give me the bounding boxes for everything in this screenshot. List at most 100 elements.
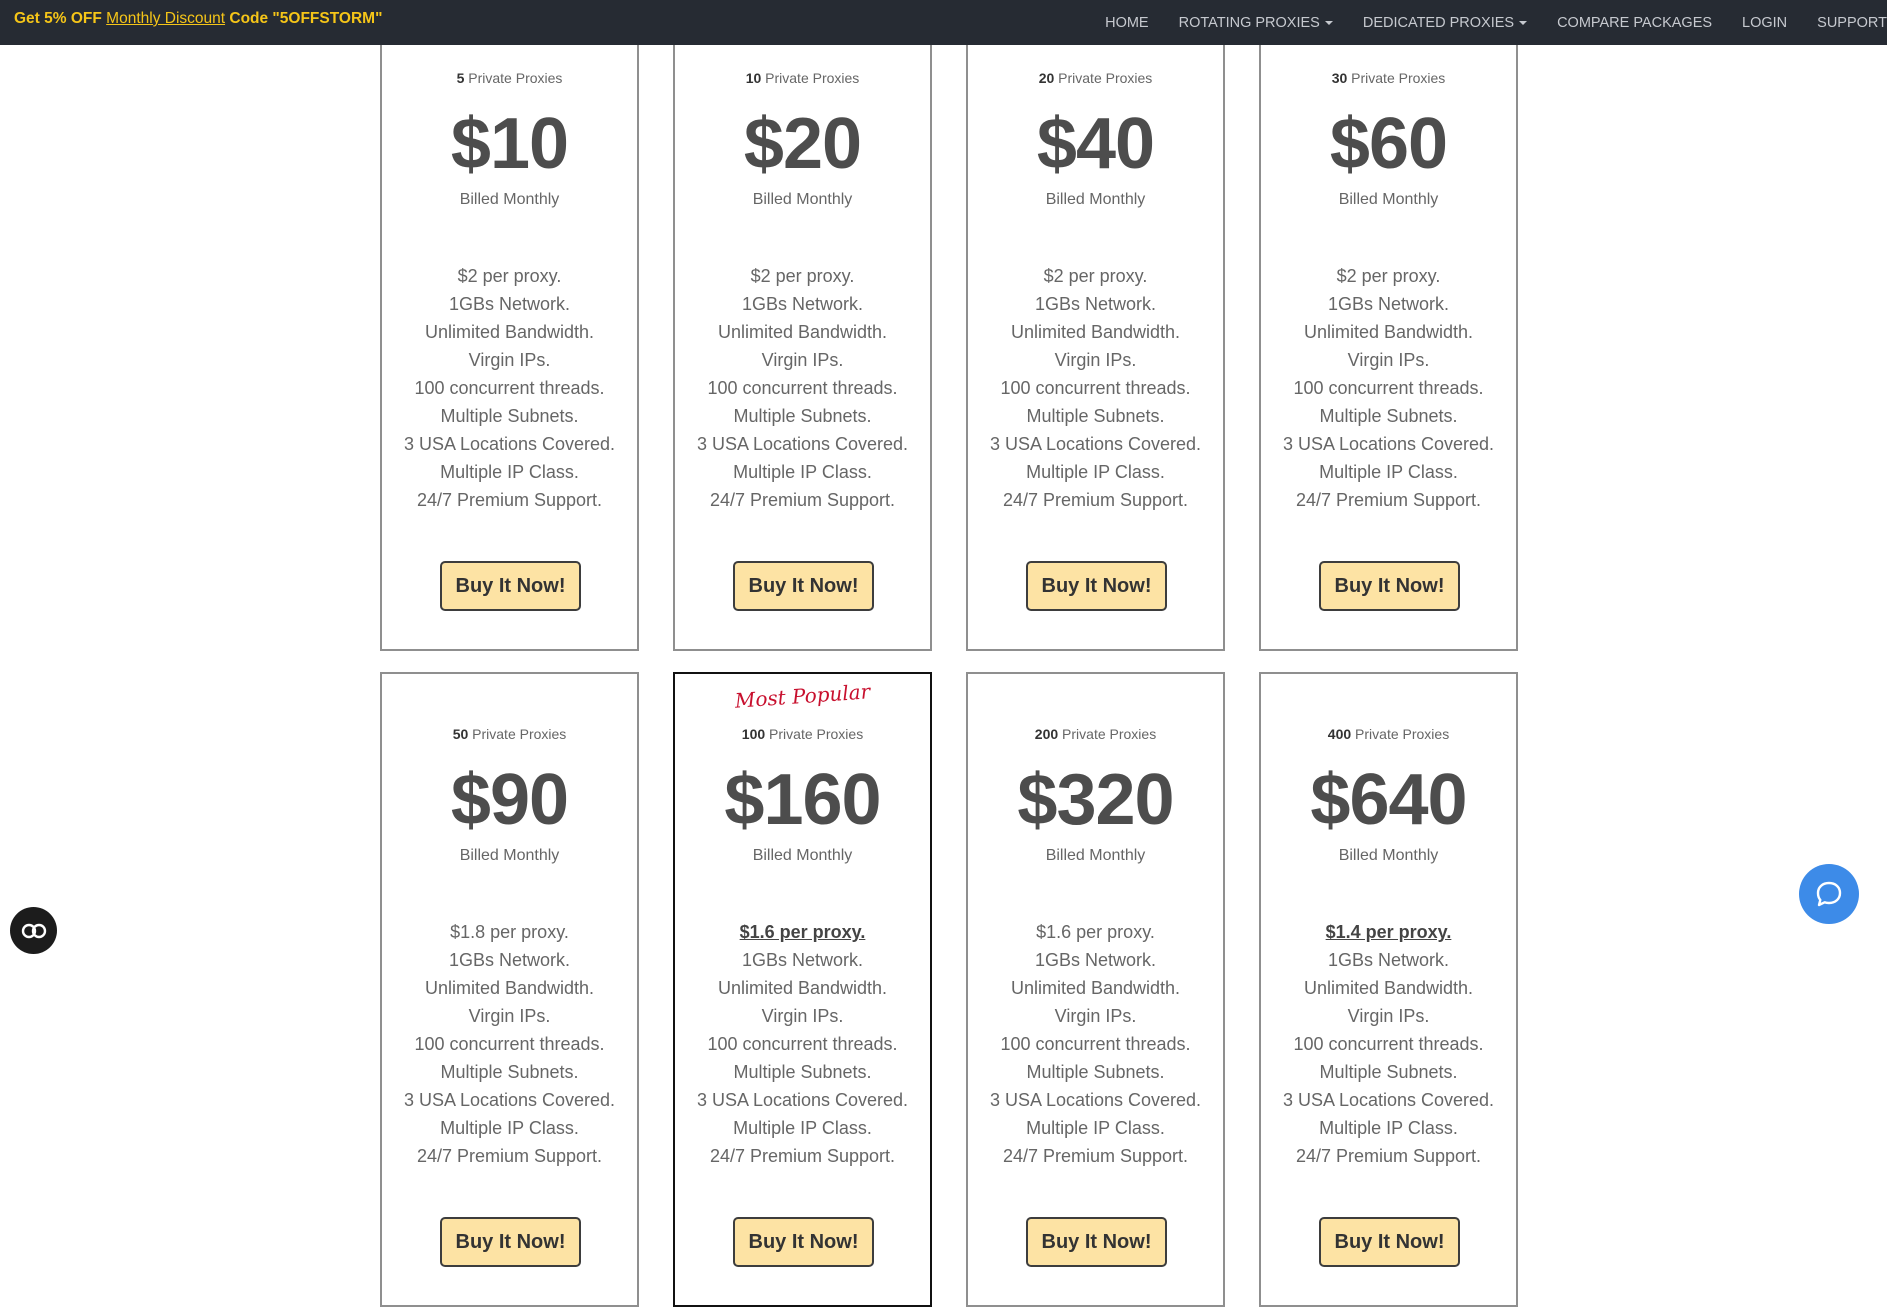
proxy-count: 10 Private Proxies xyxy=(675,70,930,86)
proxy-count-unit: Private Proxies xyxy=(765,70,860,86)
top-navbar: Get 5% OFF Monthly Discount Code "5OFFST… xyxy=(0,0,1887,45)
buy-now-button[interactable]: Buy It Now! xyxy=(1319,561,1460,611)
pricing-card-400: 400 Private Proxies $640 Billed Monthly … xyxy=(1259,672,1518,1307)
chat-bubble-icon xyxy=(1816,881,1842,907)
proxy-count: 30 Private Proxies xyxy=(1261,70,1516,86)
nav-support[interactable]: SUPPORT xyxy=(1817,15,1887,31)
billing-period: Billed Monthly xyxy=(752,847,853,864)
feature-item: 100 concurrent threads. xyxy=(1000,378,1191,398)
feature-item: 3 USA Locations Covered. xyxy=(403,1090,616,1110)
feature-list: $1.6 per proxy. 1GBs Network. Unlimited Ba… xyxy=(968,918,1223,1170)
feature-item: 3 USA Locations Covered. xyxy=(696,1090,909,1110)
nav-dedicated-label: DEDICATED PROXIES xyxy=(1362,14,1515,31)
feature-item: 100 concurrent threads. xyxy=(707,1034,898,1054)
main-nav: HOME ROTATING PROXIES DEDICATED PROXIES … xyxy=(1075,0,1887,45)
feature-item: 1GBs Network. xyxy=(1327,294,1450,314)
proxy-count: 20 Private Proxies xyxy=(968,70,1223,86)
pricing-card-200: 200 Private Proxies $320 Billed Monthly … xyxy=(966,672,1225,1307)
feature-item: Multiple Subnets. xyxy=(440,1062,579,1082)
caret-down-icon xyxy=(1324,20,1333,25)
cookie-settings-button[interactable] xyxy=(10,907,57,954)
proxy-count: 5 Private Proxies xyxy=(382,70,637,86)
chat-widget-button[interactable] xyxy=(1799,864,1859,924)
feature-list: $1.6 per proxy. 1GBs Network. Unlimited Ba… xyxy=(675,918,930,1170)
feature-item: Unlimited Bandwidth. xyxy=(1303,322,1474,342)
proxy-count: 50 Private Proxies xyxy=(382,726,637,742)
feature-item: Unlimited Bandwidth. xyxy=(717,322,888,342)
feature-item: Virgin IPs. xyxy=(761,350,844,370)
proxy-count-number: 200 xyxy=(1034,726,1059,742)
feature-item: 24/7 Premium Support. xyxy=(416,490,603,510)
feature-item: 1GBs Network. xyxy=(1327,950,1450,970)
feature-item: 3 USA Locations Covered. xyxy=(696,434,909,454)
buy-now-button[interactable]: Buy It Now! xyxy=(1026,1217,1167,1267)
feature-per-proxy: $2 per proxy. xyxy=(750,266,855,286)
cookie-settings-icon xyxy=(21,923,46,938)
nav-home[interactable]: HOME xyxy=(1105,15,1149,31)
feature-item: Unlimited Bandwidth. xyxy=(424,322,595,342)
feature-item: Virgin IPs. xyxy=(468,350,551,370)
buy-now-button[interactable]: Buy It Now! xyxy=(1319,1217,1460,1267)
feature-item: Virgin IPs. xyxy=(761,1006,844,1026)
feature-item: 24/7 Premium Support. xyxy=(1002,1146,1189,1166)
feature-item: 100 concurrent threads. xyxy=(707,378,898,398)
nav-rotating-proxies[interactable]: ROTATING PROXIES xyxy=(1179,15,1333,31)
feature-item: 100 concurrent threads. xyxy=(1293,378,1484,398)
promo-prefix: Get 5% OFF xyxy=(14,10,102,27)
billing-period: Billed Monthly xyxy=(1045,847,1146,864)
feature-item: Virgin IPs. xyxy=(1347,350,1430,370)
monthly-discount-link[interactable]: Monthly Discount xyxy=(106,10,225,27)
feature-item: Virgin IPs. xyxy=(1347,1006,1430,1026)
feature-item: Multiple IP Class. xyxy=(733,462,872,482)
feature-item: 100 concurrent threads. xyxy=(1000,1034,1191,1054)
buy-now-button[interactable]: Buy It Now! xyxy=(440,561,581,611)
plan-price: $10 xyxy=(450,104,569,184)
pricing-card-50: 50 Private Proxies $90 Billed Monthly $1… xyxy=(380,672,639,1307)
pricing-card-5: 5 Private Proxies $10 Billed Monthly $2 … xyxy=(380,16,639,651)
plan-price: $40 xyxy=(1036,104,1155,184)
feature-list: $2 per proxy. 1GBs Network. Unlimited Band… xyxy=(968,262,1223,514)
feature-list: $1.8 per proxy. 1GBs Network. Unlimited Ba… xyxy=(382,918,637,1170)
pricing-card-100: 100 Private Proxies $160 Billed Monthly … xyxy=(673,672,932,1307)
plan-price: $320 xyxy=(1017,760,1174,840)
plan-price: $640 xyxy=(1310,760,1467,840)
proxy-count: 400 Private Proxies xyxy=(1261,726,1516,742)
feature-list: $2 per proxy. 1GBs Network. Unlimited Band… xyxy=(382,262,637,514)
feature-list: $2 per proxy. 1GBs Network. Unlimited Band… xyxy=(675,262,930,514)
feature-item: Multiple IP Class. xyxy=(440,462,579,482)
feature-item: Unlimited Bandwidth. xyxy=(1010,978,1181,998)
billing-period: Billed Monthly xyxy=(1338,191,1439,208)
pricing-card-30: 30 Private Proxies $60 Billed Monthly $2… xyxy=(1259,16,1518,651)
feature-item: 24/7 Premium Support. xyxy=(416,1146,603,1166)
billing-period: Billed Monthly xyxy=(459,191,560,208)
feature-item: 24/7 Premium Support. xyxy=(709,490,896,510)
buy-now-button[interactable]: Buy It Now! xyxy=(733,561,874,611)
buy-now-button[interactable]: Buy It Now! xyxy=(1026,561,1167,611)
promo-banner: Get 5% OFF Monthly Discount Code "5OFFST… xyxy=(14,10,382,28)
proxy-count-number: 400 xyxy=(1327,726,1352,742)
feature-list: $2 per proxy. 1GBs Network. Unlimited Band… xyxy=(1261,262,1516,514)
nav-dedicated-proxies[interactable]: DEDICATED PROXIES xyxy=(1362,14,1528,31)
proxy-count: 200 Private Proxies xyxy=(968,726,1223,742)
feature-item: Unlimited Bandwidth. xyxy=(424,978,595,998)
buy-now-button[interactable]: Buy It Now! xyxy=(733,1217,874,1267)
feature-per-proxy: $2 per proxy. xyxy=(457,266,562,286)
feature-item: 24/7 Premium Support. xyxy=(1295,490,1482,510)
feature-item: 24/7 Premium Support. xyxy=(1002,490,1189,510)
caret-down-icon xyxy=(1519,20,1528,25)
feature-item: 100 concurrent threads. xyxy=(414,378,605,398)
proxy-count-number: 10 xyxy=(745,70,762,86)
billing-period: Billed Monthly xyxy=(1045,191,1146,208)
proxy-count-unit: Private Proxies xyxy=(468,70,563,86)
billing-period: Billed Monthly xyxy=(1338,847,1439,864)
nav-compare-packages[interactable]: COMPARE PACKAGES xyxy=(1557,15,1712,31)
proxy-count: 100 Private Proxies xyxy=(675,726,930,742)
feature-list: $1.4 per proxy. 1GBs Network. Unlimited Ba… xyxy=(1261,918,1516,1170)
feature-item: Multiple Subnets. xyxy=(733,1062,872,1082)
proxy-count-unit: Private Proxies xyxy=(1355,726,1450,742)
nav-login[interactable]: LOGIN xyxy=(1742,15,1787,31)
plan-price: $160 xyxy=(724,760,881,840)
nav-rotating-label: ROTATING PROXIES xyxy=(1178,14,1320,31)
buy-now-button[interactable]: Buy It Now! xyxy=(440,1217,581,1267)
feature-item: Multiple Subnets. xyxy=(1026,406,1165,426)
